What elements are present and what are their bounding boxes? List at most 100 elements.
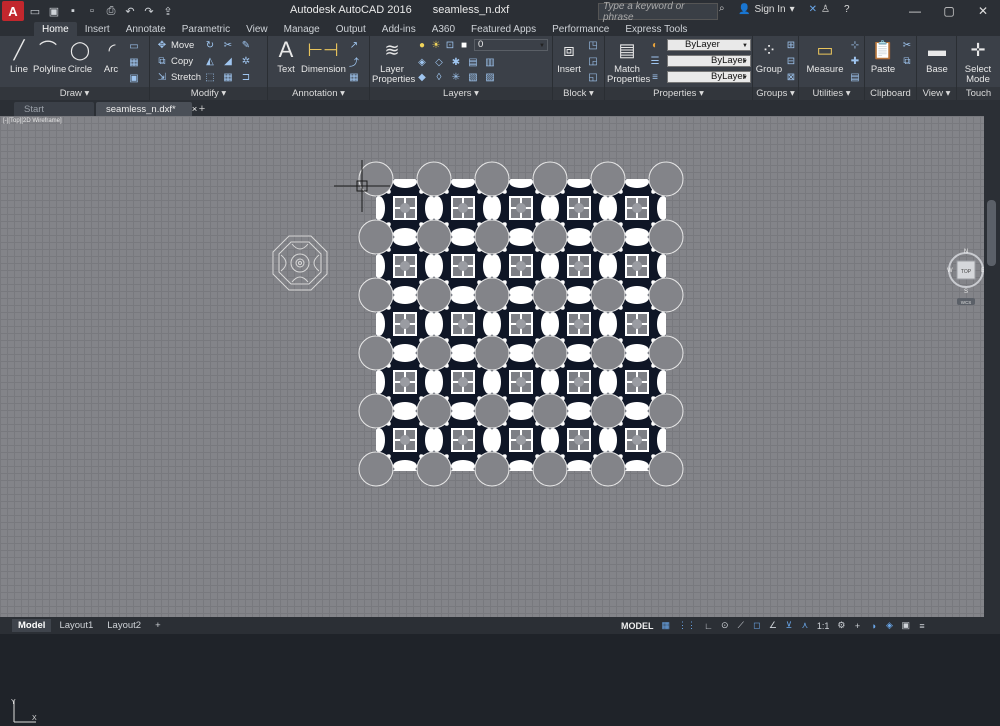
tab-a360[interactable]: A360: [424, 22, 463, 36]
tab-insert[interactable]: Insert: [77, 22, 118, 36]
lattice-circle[interactable]: [358, 277, 394, 313]
trim-icon[interactable]: ✂: [222, 39, 234, 51]
snap-icon[interactable]: ⋮⋮: [675, 619, 699, 633]
layer-isolate-icon[interactable]: ◇: [433, 56, 445, 68]
lattice-circle[interactable]: [648, 161, 684, 197]
rotate-icon[interactable]: ↻: [204, 39, 216, 51]
layer-on-icon[interactable]: ◆: [416, 71, 428, 83]
lattice-circle[interactable]: [416, 161, 452, 197]
cut-icon[interactable]: ✂: [901, 39, 913, 51]
stretch-button[interactable]: ⇲ Stretch: [156, 71, 201, 83]
save-icon[interactable]: ▪: [65, 3, 81, 19]
region-icon[interactable]: ▣: [128, 72, 140, 84]
add-layout-button[interactable]: +: [149, 619, 167, 632]
lattice-circle[interactable]: [648, 219, 684, 255]
layer-unlock-icon[interactable]: ▧: [467, 71, 479, 83]
layer-unisolate-icon[interactable]: ◊: [433, 71, 445, 83]
application-menu-button[interactable]: A: [2, 1, 24, 21]
dimension-button[interactable]: ⊢⊣ Dimension: [301, 38, 346, 75]
tab-view[interactable]: View: [238, 22, 276, 36]
lattice-circle[interactable]: [474, 219, 510, 255]
close-icon[interactable]: ✕: [966, 0, 1000, 22]
lattice-circle[interactable]: [474, 335, 510, 371]
hardware-acceleration-icon[interactable]: ◈: [883, 619, 897, 633]
lineweight-dropdown[interactable]: ByLayer: [667, 71, 751, 83]
tab-layout2[interactable]: Layout2: [101, 619, 147, 632]
edit-block-icon[interactable]: ◲: [587, 55, 599, 67]
grid-icon[interactable]: ▦: [659, 619, 674, 633]
panel-annotation-title[interactable]: Annotation ▾: [268, 87, 369, 100]
model-space-button[interactable]: MODEL: [618, 619, 657, 633]
isolate-icon[interactable]: ◑: [867, 619, 881, 633]
plot-icon[interactable]: ⎙: [103, 3, 119, 19]
panel-clipboard-title[interactable]: Clipboard: [865, 87, 916, 100]
insert-button[interactable]: ⧈ Insert: [555, 38, 583, 75]
settings-icon[interactable]: ⚙: [834, 619, 848, 633]
sun-icon[interactable]: ☀: [430, 39, 442, 51]
group-select-icon[interactable]: ⊠: [785, 71, 797, 83]
layer-freeze-icon[interactable]: ✱: [450, 56, 462, 68]
layer-off-icon[interactable]: ◈: [416, 56, 428, 68]
tab-layout1[interactable]: Layout1: [53, 619, 99, 632]
mirror-icon[interactable]: ◭: [204, 55, 216, 67]
vertical-scrollbar[interactable]: [984, 116, 1000, 617]
layer-thaw-icon[interactable]: ✳: [450, 71, 462, 83]
lattice-circle[interactable]: [416, 451, 452, 487]
lock-icon[interactable]: ⊡: [444, 39, 456, 51]
multileader-icon[interactable]: ⤴: [348, 55, 360, 69]
arc-button[interactable]: ◜ Arc: [98, 38, 124, 75]
lattice-circle[interactable]: [358, 335, 394, 371]
lattice-circle[interactable]: [416, 277, 452, 313]
panel-block-title[interactable]: Block ▾: [553, 87, 604, 100]
redo-icon[interactable]: ↷: [141, 3, 157, 19]
minimize-icon[interactable]: —: [898, 0, 932, 22]
tab-home[interactable]: Home: [34, 22, 77, 36]
layer-match-icon[interactable]: ▥: [484, 56, 496, 68]
lattice-circle[interactable]: [648, 277, 684, 313]
lattice-circle[interactable]: [416, 219, 452, 255]
tab-add-ins[interactable]: Add-ins: [374, 22, 424, 36]
panel-modify-title[interactable]: Modify ▾: [150, 87, 267, 100]
dynamic-ucs-icon[interactable]: ⊻: [782, 619, 796, 633]
undo-icon[interactable]: ↶: [122, 3, 138, 19]
ungroup-icon[interactable]: ⊞: [785, 39, 797, 51]
hatch-icon[interactable]: ▦: [128, 56, 140, 68]
color-dropdown[interactable]: ByLayer: [667, 39, 751, 51]
tab-annotate[interactable]: Annotate: [118, 22, 174, 36]
lattice-circle[interactable]: [648, 393, 684, 429]
circle-button[interactable]: ◯ Circle: [66, 38, 94, 75]
group-edit-icon[interactable]: ⊟: [785, 55, 797, 67]
panel-view-title[interactable]: View ▾: [917, 87, 956, 100]
new-icon[interactable]: ▭: [27, 3, 43, 19]
create-block-icon[interactable]: ◳: [587, 39, 599, 51]
octagon-block-symbol[interactable]: [272, 235, 328, 291]
id-point-icon[interactable]: ✚: [849, 55, 861, 67]
lattice-circle[interactable]: [532, 451, 568, 487]
panel-properties-title[interactable]: Properties ▾: [605, 87, 752, 100]
isodraft-icon[interactable]: ⟋: [734, 619, 748, 633]
ortho-icon[interactable]: ∟: [701, 619, 716, 633]
lattice-circle[interactable]: [474, 451, 510, 487]
lattice-circle[interactable]: [474, 161, 510, 197]
copy-clip-icon[interactable]: ⧉: [901, 55, 913, 67]
tab-parametric[interactable]: Parametric: [174, 22, 238, 36]
search-input[interactable]: Type a keyword or phrase: [598, 1, 718, 23]
panel-groups-title[interactable]: Groups ▾: [753, 87, 798, 100]
wcs-menu[interactable]: WCS: [961, 300, 972, 305]
panel-touch-title[interactable]: Touch: [957, 87, 1000, 100]
search-icon[interactable]: ⌕: [719, 3, 733, 20]
customize-icon[interactable]: ≡: [915, 619, 929, 633]
lattice-circle[interactable]: [590, 393, 626, 429]
layer-current-icon[interactable]: ▨: [484, 71, 496, 83]
panel-utilities-title[interactable]: Utilities ▾: [799, 87, 864, 100]
erase-icon[interactable]: ✎: [240, 39, 252, 51]
clean-screen-icon[interactable]: ▣: [899, 619, 914, 633]
lattice-circle[interactable]: [474, 393, 510, 429]
measure-button[interactable]: ▭ Measure: [803, 38, 847, 75]
drawing-canvas[interactable]: [-][Top][2D Wireframe] TOP N S W E WCS Y…: [0, 116, 985, 723]
share-icon[interactable]: ⇪: [160, 3, 176, 19]
copy-button[interactable]: ⧉ Copy: [156, 55, 193, 67]
table-icon[interactable]: ▦: [348, 71, 360, 83]
lattice-circle[interactable]: [590, 219, 626, 255]
maximize-icon[interactable]: ▢: [932, 0, 966, 22]
